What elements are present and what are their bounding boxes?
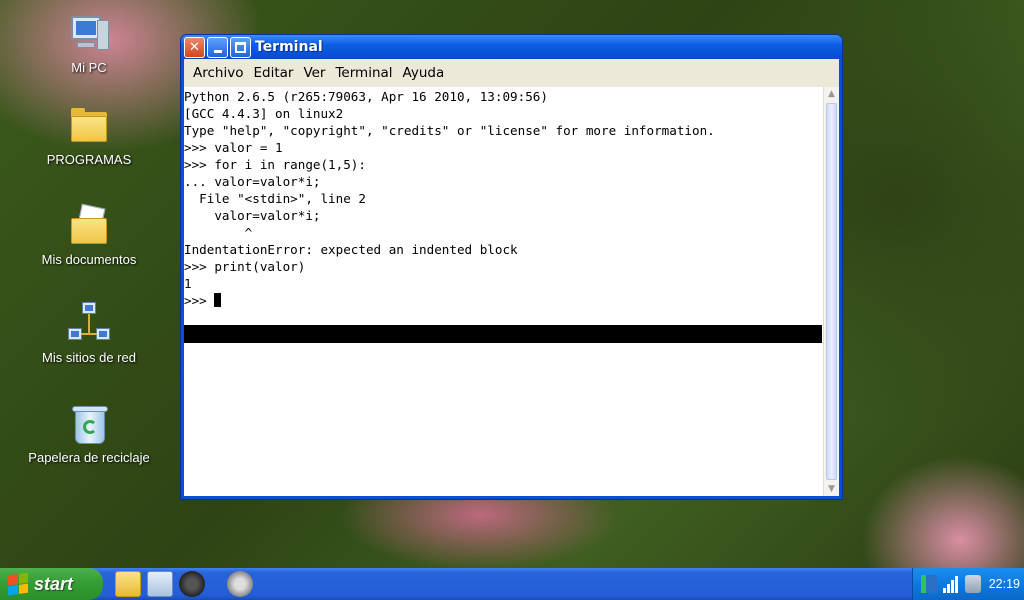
desktop-icon-mis-sitios-de-red[interactable]: Mis sitios de red: [14, 302, 164, 365]
recycle-bin-icon: [67, 402, 111, 446]
webcam-icon[interactable]: [227, 571, 253, 597]
terminal-line: IndentationError: expected an indented b…: [184, 242, 518, 257]
vertical-scrollbar[interactable]: ▲ ▼: [823, 87, 839, 496]
signal-strength-icon[interactable]: [942, 575, 959, 593]
terminal-window: ✕ Terminal Archivo Editar Ver Terminal A…: [180, 34, 843, 500]
menu-terminal[interactable]: Terminal: [330, 63, 397, 83]
desktop-icon-label: Mis sitios de red: [42, 350, 136, 365]
terminal-line: Type "help", "copyright", "credits" or "…: [184, 123, 715, 138]
terminal-line: >>> valor = 1: [184, 140, 283, 155]
terminal-line: valor=valor*i;: [184, 208, 321, 223]
desktop-icon-label: Mis documentos: [41, 252, 137, 267]
taskbar: start 22:19: [0, 568, 1024, 600]
minimize-icon: [213, 49, 222, 53]
text-editor-icon[interactable]: [147, 571, 173, 597]
terminal-line: ^: [184, 225, 253, 240]
start-button[interactable]: start: [0, 568, 103, 600]
scrollbar-thumb[interactable]: [826, 103, 837, 480]
menu-archivo[interactable]: Archivo: [188, 63, 248, 83]
folder-icon: [67, 104, 111, 148]
maximize-button[interactable]: [230, 36, 251, 58]
quick-launch: [115, 571, 253, 597]
terminal-line: 1: [184, 276, 192, 291]
desktop-icon-programas[interactable]: PROGRAMAS: [14, 104, 164, 167]
close-icon: ✕: [189, 39, 200, 55]
windows-logo-icon: [8, 572, 28, 596]
terminal-prompt: >>>: [184, 293, 215, 308]
documents-folder-icon: [67, 203, 111, 248]
maximize-icon: [235, 41, 246, 53]
folder-icon[interactable]: [115, 571, 141, 597]
battery-icon[interactable]: [964, 575, 981, 593]
menu-ver[interactable]: Ver: [298, 63, 330, 83]
start-label: start: [34, 573, 74, 594]
terminal-line: File "<stdin>", line 2: [184, 191, 366, 206]
media-player-icon[interactable]: [179, 571, 205, 597]
desktop-icon-label: PROGRAMAS: [46, 152, 132, 167]
computer-icon: [67, 12, 111, 56]
terminal-line: >>> print(valor): [184, 259, 306, 274]
scroll-up-icon[interactable]: ▲: [824, 87, 839, 101]
terminal-black-band: [184, 325, 822, 343]
terminal-line: Python 2.6.5 (r265:79063, Apr 16 2010, 1…: [184, 89, 548, 104]
scroll-down-icon[interactable]: ▼: [824, 482, 839, 496]
desktop-icon-mis-documentos[interactable]: Mis documentos: [14, 203, 164, 267]
terminal-line: [GCC 4.4.3] on linux2: [184, 106, 344, 121]
menu-bar: Archivo Editar Ver Terminal Ayuda: [184, 59, 839, 87]
terminal-prompt-line[interactable]: >>>: [184, 292, 823, 309]
network-icon: [67, 302, 111, 346]
desktop-icon-papelera[interactable]: Papelera de reciclaje: [14, 402, 164, 465]
desktop-icon-mi-pc[interactable]: Mi PC: [14, 12, 164, 75]
terminal-line: >>> for i in range(1,5):: [184, 157, 366, 172]
minimize-button[interactable]: [207, 36, 228, 58]
terminal-output[interactable]: Python 2.6.5 (r265:79063, Apr 16 2010, 1…: [184, 87, 823, 496]
system-tray: 22:19: [912, 568, 1024, 600]
text-cursor: [214, 293, 222, 307]
menu-editar[interactable]: Editar: [248, 63, 298, 83]
desktop-icon-label: Papelera de reciclaje: [28, 450, 150, 465]
desktop-icon-label: Mi PC: [71, 60, 107, 75]
window-client: Archivo Editar Ver Terminal Ayuda Python…: [184, 59, 839, 496]
terminal-line: ... valor=valor*i;: [184, 174, 321, 189]
window-titlebar[interactable]: ✕ Terminal: [181, 35, 842, 59]
window-title: Terminal: [255, 39, 323, 55]
menu-ayuda[interactable]: Ayuda: [398, 63, 450, 83]
clock[interactable]: 22:19: [989, 577, 1020, 591]
close-button[interactable]: ✕: [184, 36, 205, 58]
network-status-icon[interactable]: [920, 575, 937, 593]
